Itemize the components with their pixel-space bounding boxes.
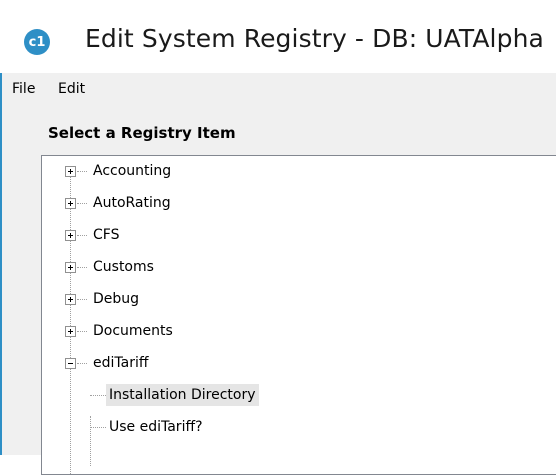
minus-box-icon[interactable] — [65, 358, 76, 369]
tree-node-editariff[interactable]: ediTariff — [42, 352, 542, 374]
tree-connector — [77, 331, 87, 332]
menu-file[interactable]: File — [12, 81, 35, 97]
tree-node-accounting[interactable]: Accounting — [42, 160, 542, 182]
tree-node-customs[interactable]: Customs — [42, 256, 542, 278]
tree-connector — [90, 395, 106, 396]
tree-connector — [77, 203, 87, 204]
tree-node-installation-directory[interactable]: Installation Directory — [42, 384, 542, 406]
plus-box-icon[interactable] — [65, 166, 76, 177]
tree-connector — [77, 363, 87, 364]
tree-connector — [77, 171, 87, 172]
tree-node-label: Accounting — [93, 163, 172, 179]
tree-node-label: CFS — [93, 227, 120, 243]
tree-node-label: Use ediTariff? — [109, 419, 203, 435]
tree-connector — [90, 427, 106, 428]
tree-node-label: Customs — [93, 259, 154, 275]
plus-box-icon[interactable] — [65, 326, 76, 337]
tree-node-debug[interactable]: Debug — [42, 288, 542, 310]
window-content: File Edit Select a Registry Item Account… — [0, 73, 556, 475]
registry-tree[interactable]: Accounting AutoRating CFS Customs Debug — [41, 155, 556, 475]
tree-node-use-editariff[interactable]: Use ediTariff? — [42, 416, 542, 438]
plus-box-icon[interactable] — [65, 198, 76, 209]
tree-connector — [77, 267, 87, 268]
plus-box-icon[interactable] — [65, 230, 76, 241]
app-logo-icon: c1 — [24, 29, 50, 55]
tree-node-cfs[interactable]: CFS — [42, 224, 542, 246]
tree-node-label: AutoRating — [93, 195, 171, 211]
tree-node-label: Installation Directory — [106, 384, 259, 406]
menu-edit[interactable]: Edit — [58, 81, 85, 97]
title-bar: c1 Edit System Registry - DB: UATAlpha — [0, 0, 556, 82]
tree-node-label: Debug — [93, 291, 140, 307]
window-title: Edit System Registry - DB: UATAlpha — [85, 24, 544, 53]
tree-node-documents[interactable]: Documents — [42, 320, 542, 342]
plus-box-icon[interactable] — [65, 294, 76, 305]
section-label: Select a Registry Item — [48, 124, 236, 142]
tree-node-label: Documents — [93, 323, 173, 339]
tree-node-label: ediTariff — [93, 355, 149, 371]
tree-connector — [77, 235, 87, 236]
menu-bar: File Edit — [2, 73, 556, 107]
tree-node-autorating[interactable]: AutoRating — [42, 192, 542, 214]
plus-box-icon[interactable] — [65, 262, 76, 273]
tree-connector — [77, 299, 87, 300]
